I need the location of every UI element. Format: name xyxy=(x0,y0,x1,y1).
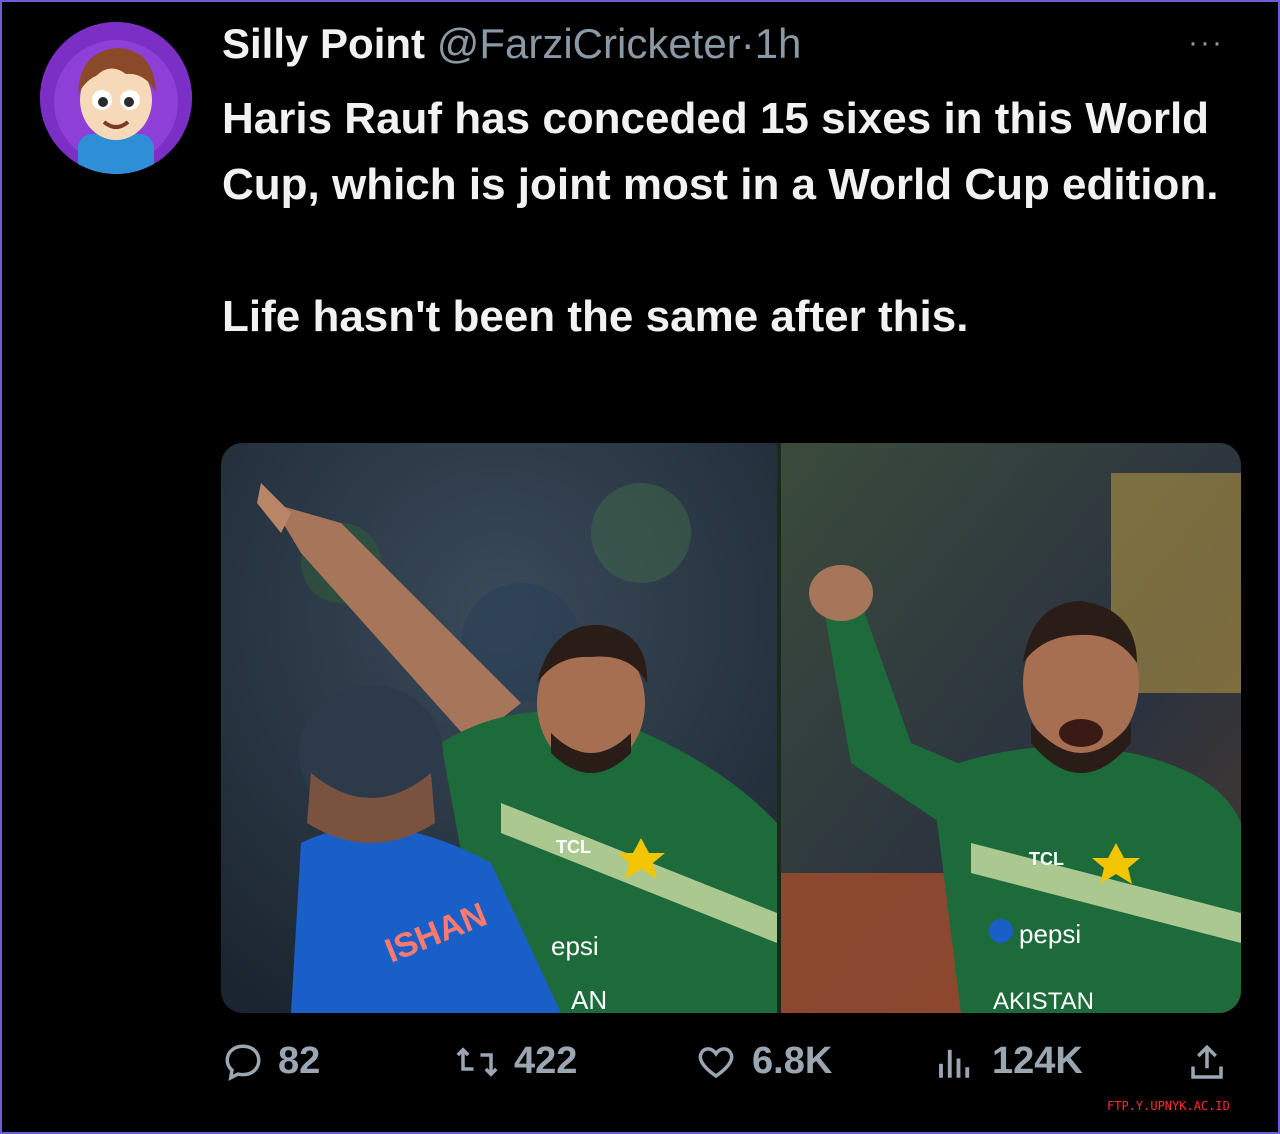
left-sponsor-text: epsi xyxy=(551,931,599,961)
right-sponsor-text: pepsi xyxy=(1019,919,1081,949)
retweet-count: 422 xyxy=(514,1040,578,1082)
retweet-button[interactable]: 422 xyxy=(454,1040,577,1083)
tweet-line-2: Life hasn't been the same after this. xyxy=(222,292,969,341)
media-photo-left[interactable]: TCL epsi AN ISHAN xyxy=(221,443,777,1013)
media-photo-right[interactable]: TCL pepsi AKISTAN xyxy=(781,443,1241,1013)
views-button[interactable]: 124K xyxy=(932,1040,1083,1083)
tweet-actions: 82 422 6.8K 124K xyxy=(0,1040,1280,1100)
tweet-header: Silly Point @FarziCricketer·1h xyxy=(222,18,801,70)
avatar[interactable] xyxy=(40,22,192,174)
timestamp[interactable]: 1h xyxy=(755,20,802,67)
retweet-icon xyxy=(456,1046,498,1077)
reply-count: 82 xyxy=(278,1040,321,1082)
separator-dot: · xyxy=(740,20,755,67)
left-logo-text: TCL xyxy=(556,837,591,857)
tweet-text: Haris Rauf has conceded 15 sixes in this… xyxy=(222,86,1242,350)
like-count: 6.8K xyxy=(752,1040,833,1082)
views-count: 124K xyxy=(992,1040,1083,1082)
cartoon-avatar-icon xyxy=(40,22,192,174)
share-button[interactable] xyxy=(1186,1040,1242,1086)
reply-button[interactable]: 82 xyxy=(222,1040,320,1083)
watermark: FTP.Y.UPNYK.AC.ID xyxy=(1107,1099,1230,1113)
right-logo-text: TCL xyxy=(1029,849,1064,869)
more-icon[interactable]: ··· xyxy=(1188,26,1224,60)
tweet-line-1: Haris Rauf has conceded 15 sixes in this… xyxy=(222,94,1219,209)
share-icon xyxy=(1191,1044,1223,1079)
user-handle[interactable]: @FarziCricketer xyxy=(437,20,741,67)
tweet-media[interactable]: TCL epsi AN ISHAN TCL pepsi AKISTAN xyxy=(221,443,1241,1013)
reply-icon xyxy=(225,1043,261,1081)
like-icon xyxy=(698,1046,734,1078)
like-button[interactable]: 6.8K xyxy=(694,1040,832,1083)
right-team-text: AKISTAN xyxy=(993,988,1094,1013)
left-team-text: AN xyxy=(571,985,607,1013)
views-icon xyxy=(939,1049,970,1078)
display-name[interactable]: Silly Point xyxy=(222,20,425,67)
